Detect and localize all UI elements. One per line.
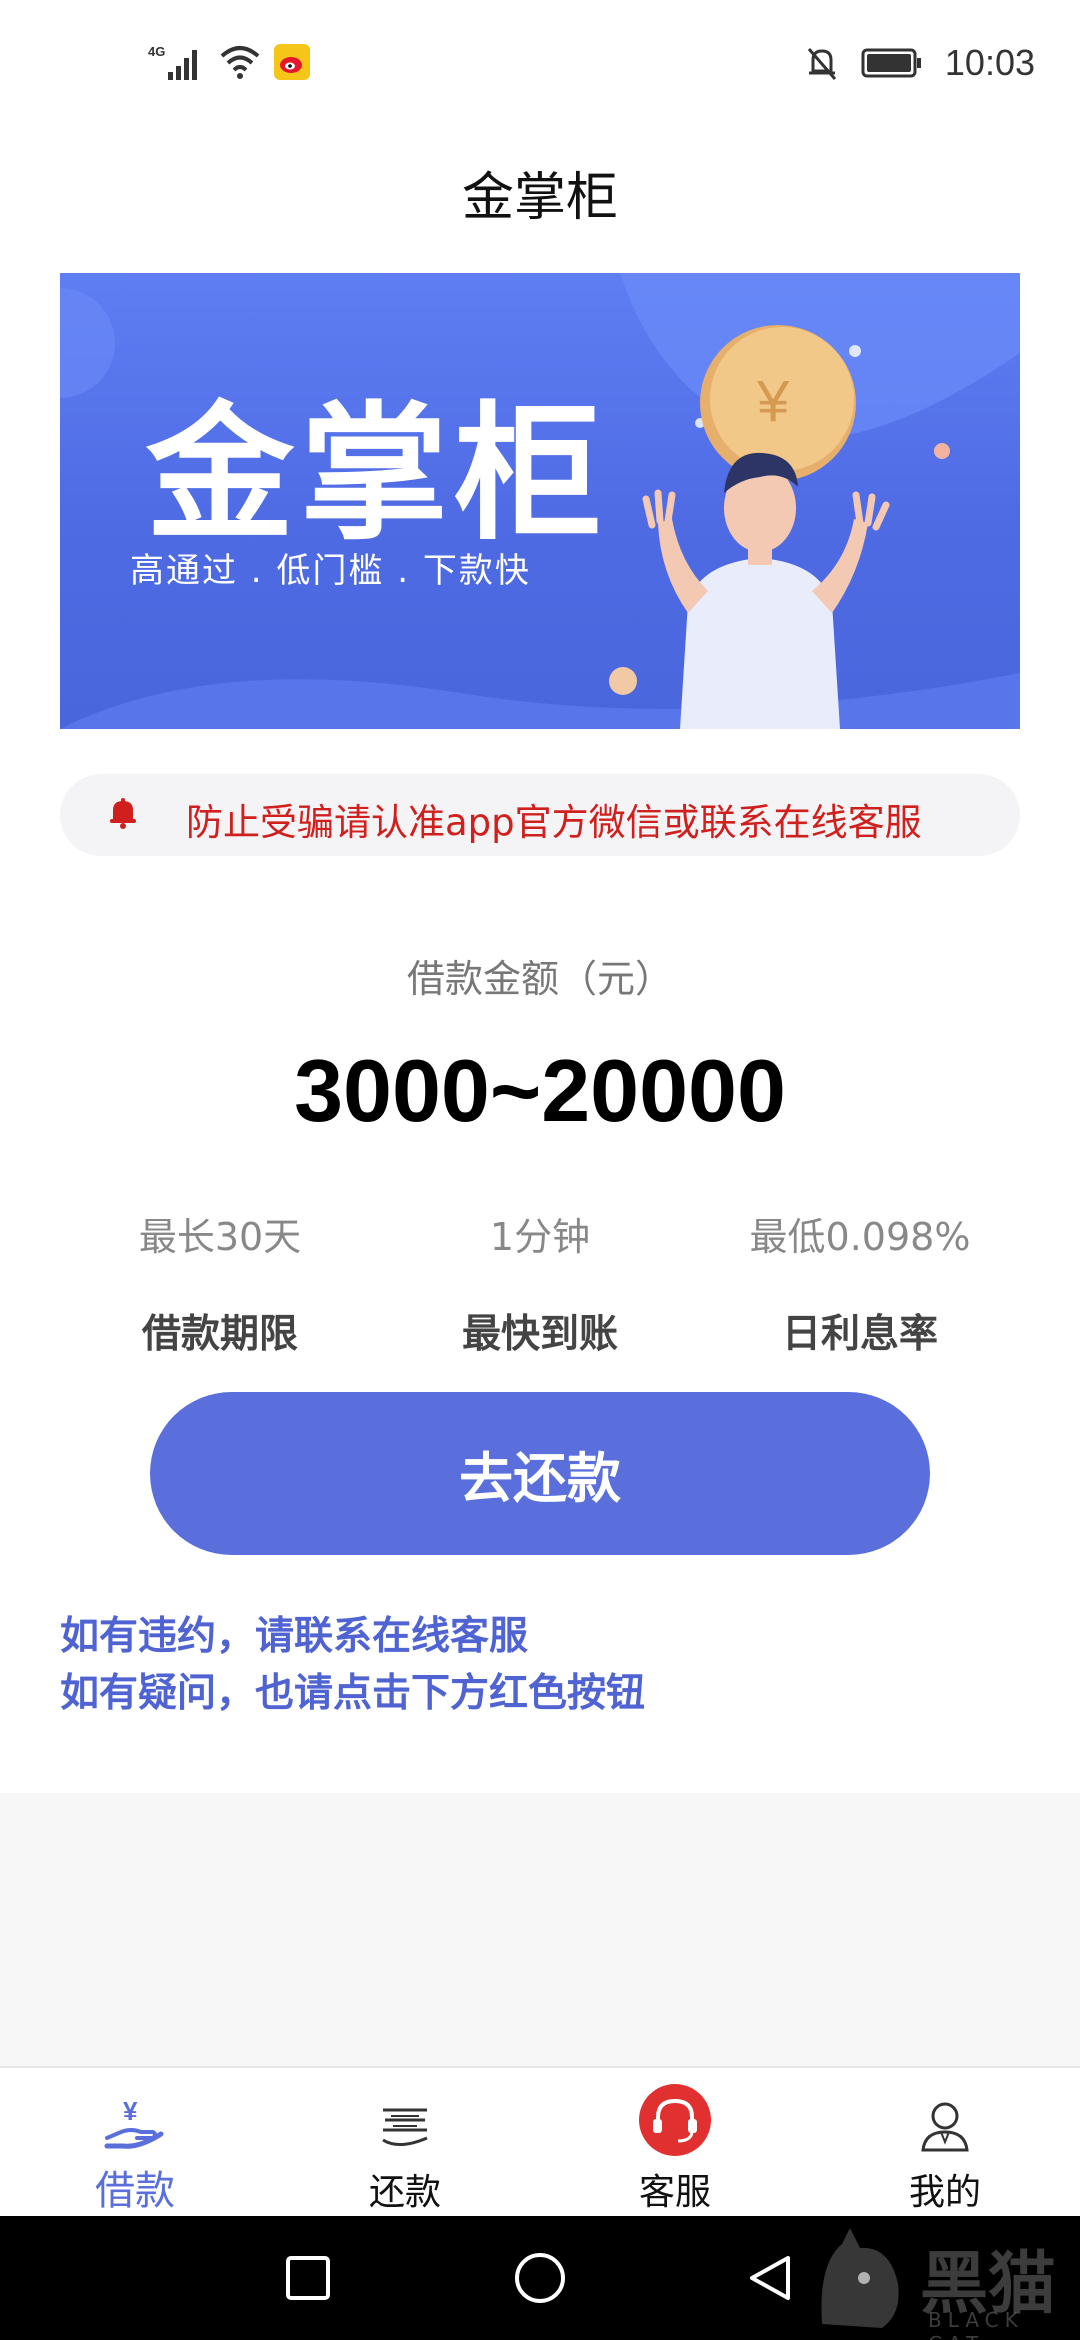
status-bar: 4G 10:03 (0, 0, 1080, 130)
stat-value: 1分钟 (489, 1215, 591, 1259)
cat-logo-icon (821, 2228, 899, 2328)
watermark-subtext: BLACK CAT (928, 2308, 1024, 2340)
tip-default-contact: 如有违约，请联系在线客服 (60, 1614, 529, 1659)
repay-stack-icon (365, 2086, 445, 2166)
tip-question-contact: 如有疑问，也请点击下方红色按钮 (60, 1671, 646, 1716)
profile-icon (905, 2086, 985, 2166)
back-triangle-icon[interactable] (738, 2246, 802, 2310)
stat-label: 借款期限 (141, 1312, 298, 1357)
banner-subtitle: 高通过 . 低门槛 . 下款快 (130, 551, 531, 591)
signal-icon: 4G (148, 44, 197, 80)
svg-text:¥: ¥ (123, 2096, 138, 2126)
stat-label: 日利息率 (781, 1312, 938, 1357)
svg-text:4G: 4G (148, 44, 165, 59)
loan-yen-hand-icon: ¥ (95, 2086, 175, 2166)
amount-range: 3000~20000 (294, 1041, 786, 1140)
watermark: 黑猫 BLACK CAT (810, 2220, 1080, 2340)
coin-symbol: ¥ (757, 369, 790, 434)
tab-customer-service[interactable]: 客服 (540, 2068, 810, 2218)
mute-bell-icon (807, 48, 837, 80)
home-circle-icon[interactable] (508, 2246, 572, 2310)
tab-profile[interactable]: 我的 (810, 2068, 1080, 2218)
banner-title: 金掌柜 (146, 388, 608, 560)
tab-loan[interactable]: ¥ 借款 (0, 2068, 270, 2218)
notice-text: 防止受骗请认准app官方微信或联系在线客服 (186, 801, 922, 844)
tab-label: 我的 (908, 2172, 981, 2213)
tab-repay[interactable]: 还款 (270, 2068, 540, 2218)
stat-value: 最低0.098% (749, 1215, 971, 1259)
status-left: 4G (148, 42, 310, 82)
status-time: 10:03 (944, 42, 1035, 83)
weibo-icon (274, 44, 310, 80)
stat-loan-term: 最长30天 借款期限 (60, 1206, 380, 1359)
stat-daily-rate: 最低0.098% 日利息率 (700, 1206, 1020, 1359)
tab-label: 借款 (95, 2168, 175, 2214)
stat-value: 最长30天 (138, 1215, 302, 1259)
tab-label: 客服 (638, 2172, 711, 2213)
wifi-icon (220, 46, 260, 79)
amount-label: 借款金额（元） (406, 957, 673, 1001)
page-title: 金掌柜 (461, 168, 618, 228)
headset-icon (635, 2080, 715, 2160)
stat-label: 最快到账 (461, 1312, 618, 1357)
repay-button[interactable]: 去还款 (150, 1392, 930, 1555)
bell-icon (110, 798, 136, 829)
content-spacer (0, 1793, 1080, 2066)
anti-fraud-notice[interactable]: 防止受骗请认准app官方微信或联系在线客服 (60, 774, 1020, 856)
battery-icon (861, 48, 921, 78)
bottom-tab-bar: ¥ 借款 还款 客服 我的 (0, 2066, 1080, 2216)
promo-banner[interactable]: 金掌柜 高通过 . 低门槛 . 下款快 ¥ (60, 273, 1020, 729)
status-right: 10:03 (805, 42, 1035, 84)
stat-arrival-time: 1分钟 最快到账 (380, 1206, 700, 1359)
tab-label: 还款 (368, 2172, 441, 2213)
recents-square-icon[interactable] (276, 2246, 340, 2310)
